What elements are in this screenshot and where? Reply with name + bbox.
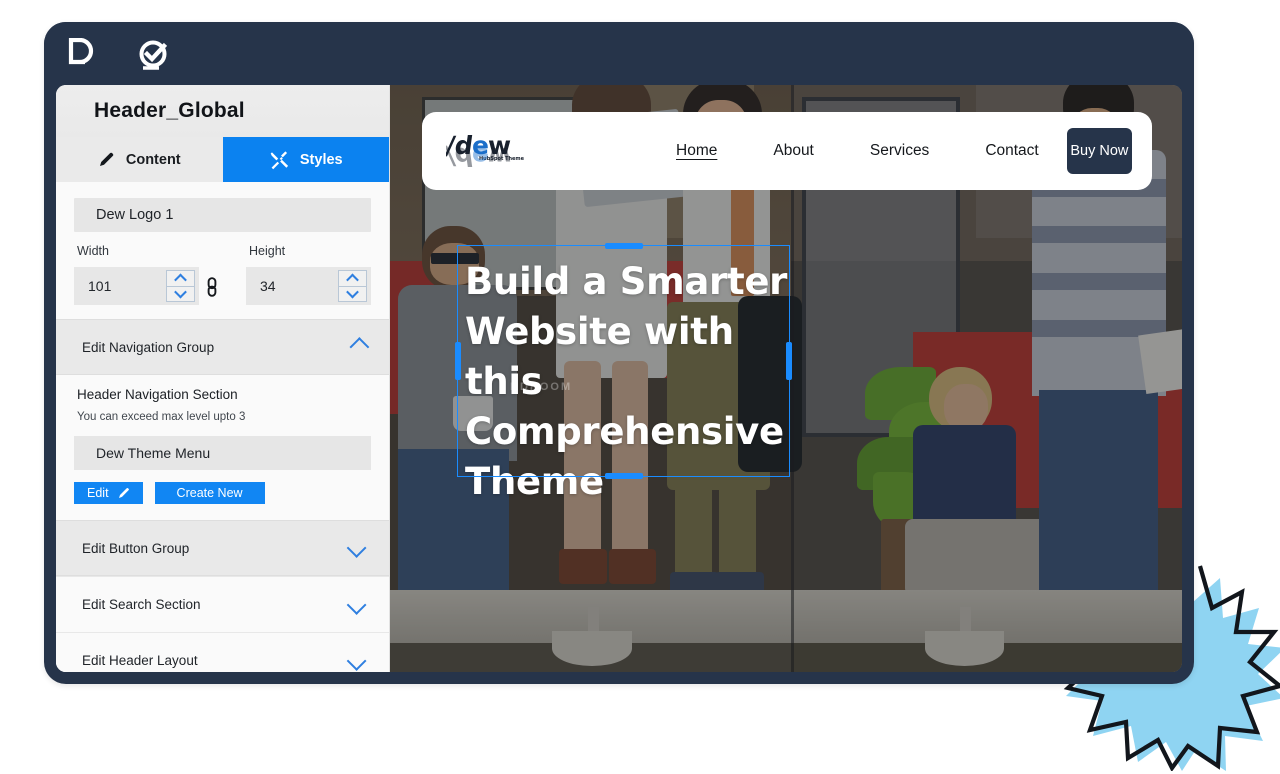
- height-input[interactable]: 34: [246, 267, 371, 305]
- edit-button[interactable]: Edit: [74, 482, 143, 504]
- sidebar-tabs: Content Styles: [56, 137, 389, 182]
- buy-now-button[interactable]: Buy Now: [1066, 128, 1132, 174]
- width-decrement-button[interactable]: [166, 285, 195, 302]
- screenshot-stage: Header_Global Content Styles Dew Logo 1 …: [0, 0, 1280, 774]
- nav-section-heading: Header Navigation Section: [77, 387, 238, 402]
- navigation-settings-panel: Header Navigation Section You can exceed…: [56, 375, 389, 520]
- create-new-button-label: Create New: [176, 486, 243, 500]
- chevron-up-icon: [349, 337, 370, 357]
- resize-handle-right[interactable]: [786, 342, 792, 380]
- sidebar-section-search[interactable]: Edit Search Section: [56, 576, 389, 632]
- editor-sidebar: Header_Global Content Styles Dew Logo 1 …: [56, 85, 390, 672]
- device-frame: Header_Global Content Styles Dew Logo 1 …: [44, 22, 1194, 684]
- chain-link-icon[interactable]: [199, 275, 224, 305]
- nav-button-row: Edit Create New: [74, 482, 371, 504]
- height-decrement-button[interactable]: [338, 285, 367, 302]
- logo-name-block: Dew Logo 1: [56, 182, 389, 236]
- width-value: 101: [88, 278, 112, 294]
- sidebar-section-nav-group-label: Edit Navigation Group: [82, 339, 215, 355]
- app-area: Header_Global Content Styles Dew Logo 1 …: [56, 85, 1182, 672]
- chevron-down-icon: [346, 538, 367, 558]
- nav-section-hint: You can exceed max level upto 3: [77, 411, 246, 423]
- height-increment-button[interactable]: [338, 270, 367, 287]
- sidebar-section-layout[interactable]: Edit Header Layout: [56, 632, 389, 672]
- page-title: Header_Global: [56, 85, 389, 137]
- nav-link-home[interactable]: Home: [648, 142, 745, 160]
- svg-text:e: e: [472, 142, 489, 171]
- website-preview-canvas[interactable]: /d e w HubSpot Theme /d e w Home About S…: [390, 85, 1182, 672]
- resize-handle-top[interactable]: [604, 243, 643, 249]
- nav-link-about[interactable]: About: [745, 142, 842, 160]
- site-header-bar: /d e w HubSpot Theme /d e w Home About S…: [422, 112, 1152, 190]
- height-value: 34: [260, 278, 276, 294]
- width-input[interactable]: 101: [74, 267, 199, 305]
- sidebar-section-button-group[interactable]: Edit Button Group: [56, 520, 389, 576]
- height-label: Height: [249, 244, 286, 258]
- width-group: Width 101: [74, 244, 199, 305]
- site-logo[interactable]: /d e w HubSpot Theme /d e w: [446, 131, 526, 171]
- width-increment-button[interactable]: [166, 270, 195, 287]
- edit-button-label: Edit: [87, 486, 109, 500]
- sidebar-section-layout-label: Edit Header Layout: [82, 653, 198, 668]
- sidebar-section-nav-group[interactable]: Edit Navigation Group: [56, 319, 389, 375]
- tab-content[interactable]: Content: [56, 137, 223, 182]
- sidebar-section-search-label: Edit Search Section: [82, 597, 201, 612]
- brand-mark-icon[interactable]: [62, 35, 102, 75]
- tab-styles[interactable]: Styles: [222, 137, 389, 182]
- selection-frame[interactable]: [455, 243, 792, 479]
- svg-text:/d: /d: [446, 142, 475, 171]
- sidebar-panel-body: Dew Logo 1 Width 101 Height 34 Edit Navi…: [56, 182, 389, 672]
- svg-text:w: w: [488, 142, 511, 171]
- create-new-button[interactable]: Create New: [154, 482, 265, 504]
- dimension-row: Width 101 Height 34: [56, 236, 389, 319]
- tools-icon: [269, 150, 289, 170]
- tab-content-label: Content: [125, 151, 181, 168]
- site-nav-links: Home About Services Contact: [648, 142, 1067, 160]
- resize-handle-left[interactable]: [455, 342, 461, 380]
- logo-name-field[interactable]: Dew Logo 1: [74, 198, 371, 232]
- chevron-down-icon: [346, 650, 367, 671]
- resize-handle-bottom[interactable]: [604, 473, 643, 479]
- nav-link-contact[interactable]: Contact: [957, 142, 1066, 160]
- width-stepper[interactable]: [166, 270, 195, 302]
- tab-styles-label: Styles: [299, 151, 343, 168]
- theme-menu-select[interactable]: Dew Theme Menu: [74, 436, 371, 470]
- height-stepper[interactable]: [338, 270, 367, 302]
- width-label: Width: [77, 244, 109, 258]
- check-circle-icon[interactable]: [134, 35, 174, 75]
- height-group: Height 34: [246, 244, 371, 305]
- sidebar-section-button-group-label: Edit Button Group: [82, 540, 190, 556]
- chevron-down-icon: [346, 594, 367, 615]
- pencil-icon: [98, 151, 115, 168]
- app-topbar: [44, 22, 1194, 88]
- nav-link-services[interactable]: Services: [842, 142, 957, 160]
- pencil-icon: [118, 487, 130, 499]
